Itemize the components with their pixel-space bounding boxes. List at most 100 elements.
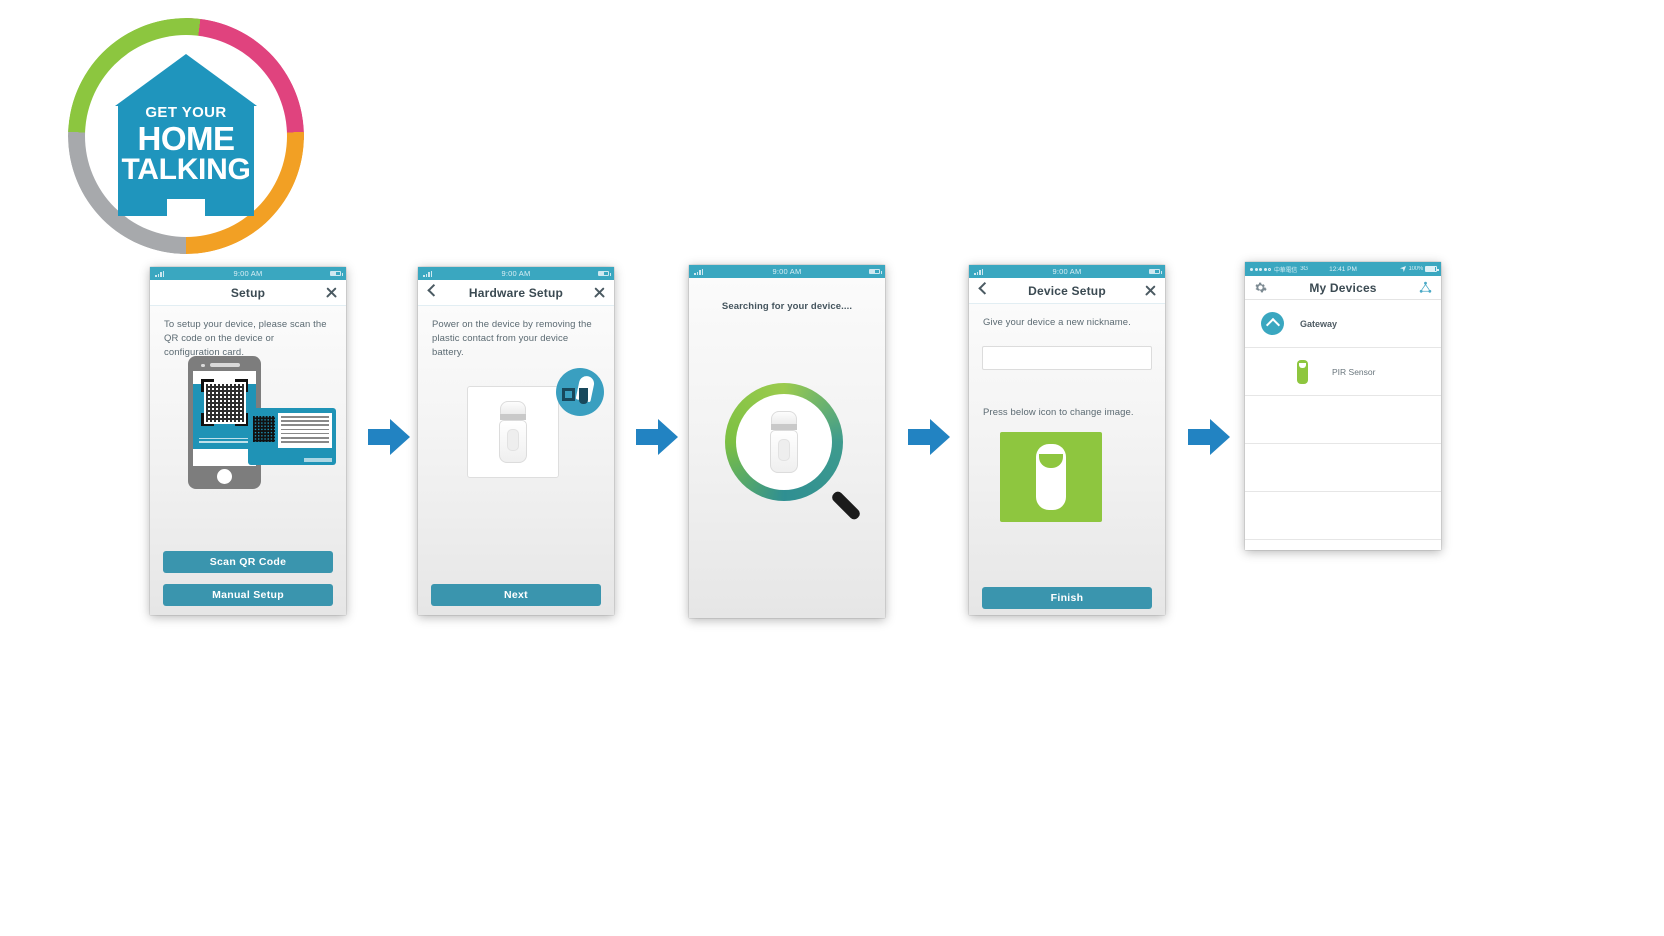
phone-screen-searching: 9:00 AM Searching for your device....	[689, 265, 885, 618]
pir-sensor-icon	[1297, 359, 1308, 384]
card-footer-text	[304, 458, 332, 462]
screen-body: Power on the device by removing the plas…	[418, 306, 614, 615]
speaker-slot	[210, 363, 240, 367]
scan-caption-lines	[199, 437, 252, 445]
gear-icon[interactable]	[1254, 281, 1267, 294]
list-item-pir-sensor[interactable]: PIR Sensor	[1245, 348, 1441, 396]
nickname-input[interactable]	[982, 346, 1152, 370]
camera-dot	[201, 363, 205, 367]
configuration-card	[248, 408, 336, 465]
logo-line-2: HOME	[137, 120, 236, 157]
magnifier-search-icon	[725, 383, 862, 522]
close-icon[interactable]	[325, 286, 338, 299]
status-bar: 9:00 AM	[969, 265, 1165, 278]
sensor-lens	[507, 429, 519, 451]
status-time: 9:00 AM	[1052, 267, 1082, 276]
status-bar: 9:00 AM	[418, 267, 614, 280]
arrow-1	[368, 417, 410, 457]
finish-button[interactable]: Finish	[982, 587, 1152, 609]
house-icon: GET YOUR HOME TALKING	[115, 54, 257, 217]
arrow-2	[636, 417, 678, 457]
thumb-shape	[579, 388, 588, 404]
status-time: 9:00 AM	[501, 269, 531, 278]
list-item-empty[interactable]	[1245, 492, 1441, 540]
page-title: Hardware Setup	[468, 285, 564, 300]
signal-bars-icon	[155, 270, 165, 277]
arrow-4	[1188, 417, 1230, 457]
screen-body: Give your device a new nickname. Press b…	[969, 304, 1165, 615]
house-door	[167, 199, 205, 217]
battery-icon	[1149, 269, 1162, 274]
screen-body: To setup your device, please scan the QR…	[150, 306, 346, 615]
searching-text: Searching for your device....	[721, 301, 853, 312]
battery-icon	[598, 271, 611, 276]
logo-line-3: TALKING	[121, 153, 251, 186]
nav-bar: My Devices	[1245, 276, 1441, 300]
change-image-label: Press below icon to change image.	[983, 407, 1134, 418]
pir-sensor-illustration	[499, 401, 527, 463]
device-image-button[interactable]	[1000, 432, 1102, 522]
nickname-label: Give your device a new nickname.	[983, 317, 1131, 328]
card-detail-panel	[278, 413, 332, 448]
battery-icon	[330, 271, 343, 276]
screenshot-root: GET YOUR HOME TALKING 9:00 AM Setup To s…	[0, 0, 1664, 936]
location-arrow-icon	[1400, 266, 1407, 272]
battery-icon	[1425, 266, 1439, 272]
network-node-icon[interactable]	[1419, 281, 1432, 294]
magnifier-handle	[830, 489, 862, 522]
nav-bar: Device Setup	[969, 278, 1165, 304]
manual-setup-button[interactable]: Manual Setup	[163, 584, 333, 606]
status-time: 9:00 AM	[772, 267, 802, 276]
pull-tab-hand-icon	[556, 368, 604, 416]
logo-line-1: GET YOUR	[145, 104, 227, 121]
next-button[interactable]: Next	[431, 584, 601, 606]
pir-sensor-icon	[1036, 444, 1066, 510]
nav-bar: Hardware Setup	[418, 280, 614, 306]
chevron-up-circle-icon[interactable]	[1261, 312, 1284, 335]
scan-qr-code-button[interactable]: Scan QR Code	[163, 551, 333, 573]
phone-screen-my-devices: 中華電信 3G 12:41 PM 100% My Devices Gateway…	[1245, 262, 1441, 550]
signal-bars-icon	[694, 268, 704, 275]
phone-screen-setup: 9:00 AM Setup To setup your device, plea…	[150, 267, 346, 615]
mock-screen	[193, 371, 256, 466]
nav-bar: Setup	[150, 280, 346, 306]
signal-bars-icon	[423, 270, 433, 277]
brand-logo: GET YOUR HOME TALKING	[68, 18, 304, 254]
qr-pixels	[206, 384, 244, 422]
pir-sensor-illustration	[770, 411, 798, 473]
screen-body: Searching for your device....	[689, 278, 885, 618]
device-image-frame	[467, 386, 559, 478]
list-item-empty[interactable]	[1245, 444, 1441, 492]
page-title: My Devices	[1309, 280, 1377, 295]
home-button	[217, 469, 232, 484]
qr-code-icon	[204, 382, 246, 424]
instruction-text: To setup your device, please scan the QR…	[164, 319, 327, 358]
plastic-tab-outline	[562, 388, 575, 401]
page-title: Setup	[230, 285, 266, 300]
list-item-label: PIR Sensor	[1332, 366, 1376, 377]
list-item-empty[interactable]	[1245, 396, 1441, 444]
status-right-group: 100%	[1400, 266, 1439, 272]
sensor-lens	[778, 439, 790, 461]
phone-screen-device-setup: 9:00 AM Device Setup Give your device a …	[969, 265, 1165, 615]
battery-icon	[869, 269, 882, 274]
instruction-text: Power on the device by removing the plas…	[432, 319, 592, 358]
back-chevron-icon[interactable]	[978, 281, 992, 295]
signal-bars-icon	[974, 268, 984, 275]
card-qr-icon	[253, 416, 275, 442]
house-roof	[115, 54, 257, 106]
status-time: 9:00 AM	[233, 269, 263, 278]
close-icon[interactable]	[593, 286, 606, 299]
arrow-3	[908, 417, 950, 457]
status-bar: 9:00 AM	[689, 265, 885, 278]
ios-status-bar: 中華電信 3G 12:41 PM 100%	[1245, 262, 1441, 276]
logo-text: GET YOUR HOME TALKING	[115, 104, 257, 185]
list-item-gateway[interactable]: Gateway	[1245, 300, 1441, 348]
device-list: Gateway PIR Sensor	[1245, 300, 1441, 540]
qr-scan-illustration	[170, 356, 340, 491]
back-chevron-icon[interactable]	[427, 283, 441, 297]
phone-screen-hardware-setup: 9:00 AM Hardware Setup Power on the devi…	[418, 267, 614, 615]
close-icon[interactable]	[1144, 284, 1157, 297]
page-title: Device Setup	[1028, 283, 1106, 298]
battery-percent: 100%	[1408, 266, 1423, 272]
